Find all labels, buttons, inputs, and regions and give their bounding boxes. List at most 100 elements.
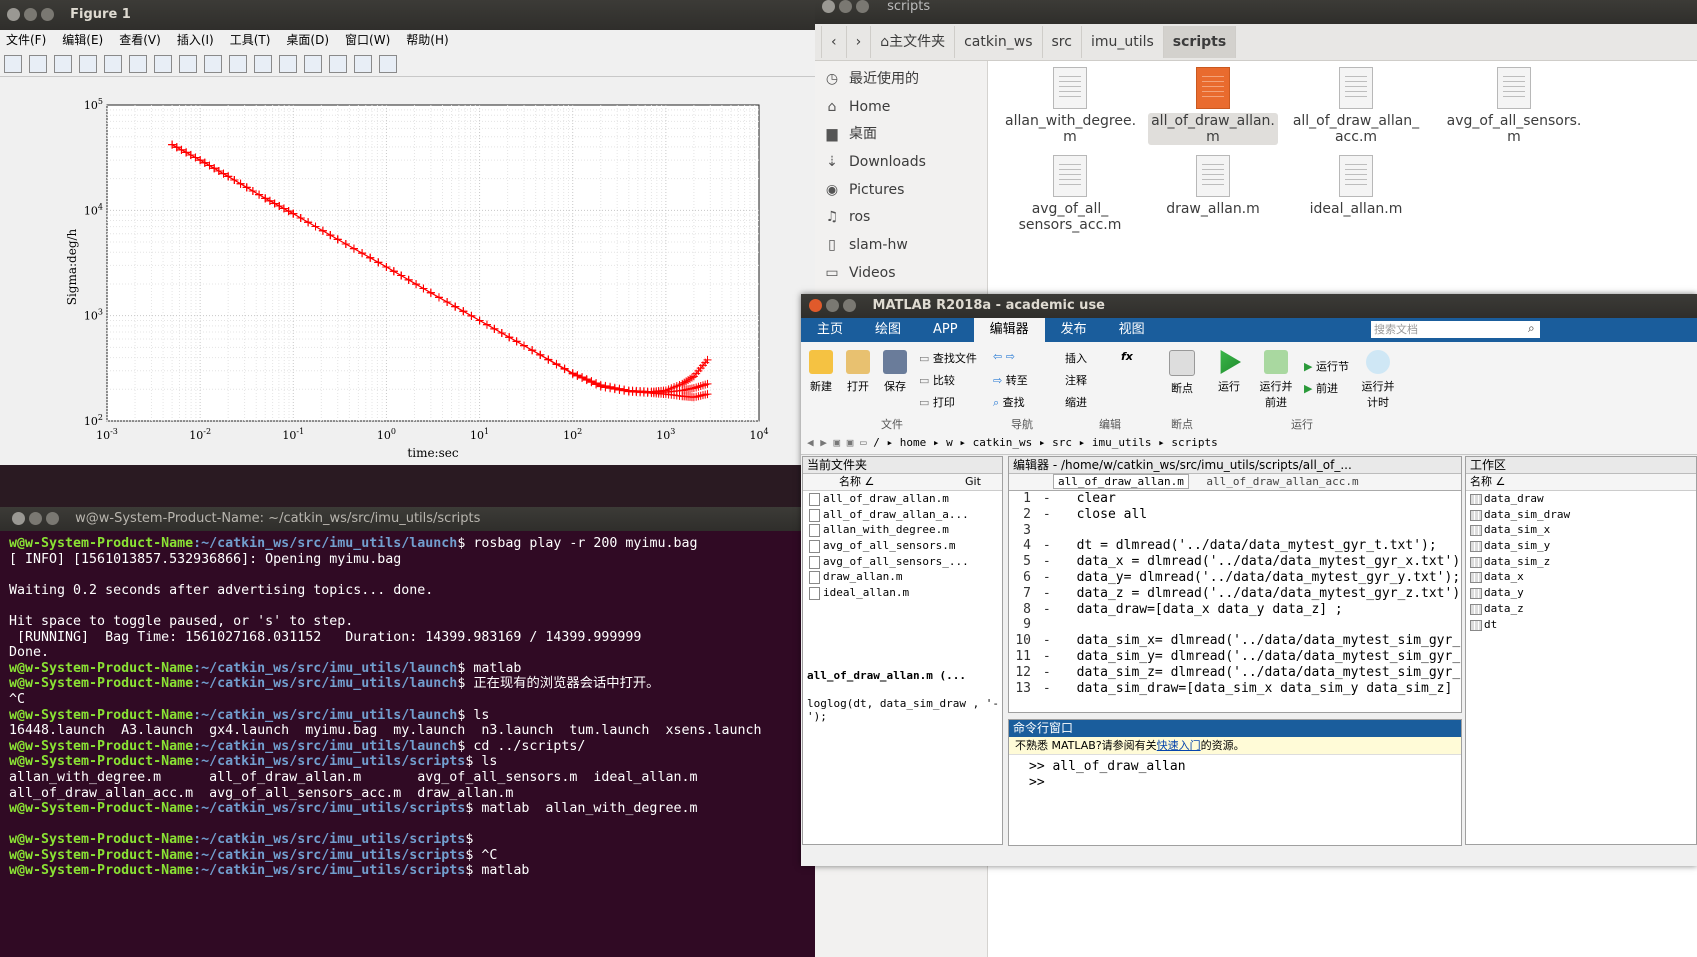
column-name[interactable]: 名称 ∠ — [1470, 475, 1505, 488]
file-item[interactable]: draw_allan.m — [1148, 149, 1278, 217]
save-icon[interactable] — [54, 55, 72, 73]
zoom-out-icon[interactable] — [154, 55, 172, 73]
search-docs-input[interactable]: 搜索文档 — [1371, 321, 1540, 338]
file-item-selected[interactable]: all_of_draw_allan. m — [1148, 61, 1278, 145]
address-segment[interactable]: w — [946, 436, 953, 449]
address-segment[interactable]: catkin_ws — [973, 436, 1033, 449]
address-segment[interactable]: imu_utils — [1092, 436, 1152, 449]
code-line[interactable]: 3 — [1009, 523, 1461, 539]
minimize-icon[interactable] — [24, 8, 37, 21]
menu-file[interactable]: 文件(F) — [6, 33, 46, 47]
workspace-variable[interactable]: dt — [1466, 617, 1696, 633]
menu-tools[interactable]: 工具(T) — [230, 33, 271, 47]
address-bar[interactable]: ◀ ▶ ▣ ▣ ▭ / ▸ home ▸ w ▸ catkin_ws ▸ src… — [801, 432, 1697, 455]
find-files-button[interactable]: ▭ 查找文件 — [919, 350, 977, 366]
close-icon[interactable] — [12, 512, 25, 525]
code-line[interactable]: 6 - data_y= dlmread('../data/data_mytest… — [1009, 570, 1461, 586]
maximize-icon[interactable] — [41, 8, 54, 21]
minimize-icon[interactable] — [826, 299, 839, 312]
code-line[interactable]: 13 - data_sim_draw=[data_sim_x data_sim_… — [1009, 681, 1461, 697]
workspace-variable[interactable]: data_sim_y — [1466, 538, 1696, 554]
indent-button[interactable]: 缩进 — [1065, 394, 1087, 410]
code-line[interactable]: 11 - data_sim_y= dlmread('../data/data_m… — [1009, 649, 1461, 665]
brush-icon[interactable] — [254, 55, 272, 73]
breadcrumb-src[interactable]: src — [1043, 26, 1082, 58]
run-section-button[interactable]: ▶ 运行节 — [1304, 358, 1349, 374]
close-icon[interactable] — [7, 8, 20, 21]
tab-plots[interactable]: 绘图 — [859, 318, 917, 342]
tab-publish[interactable]: 发布 — [1045, 318, 1103, 342]
code-line[interactable]: 2 - close all — [1009, 507, 1461, 523]
list-item[interactable]: ideal_allan.m — [803, 585, 1002, 601]
code-line[interactable]: 10 - data_sim_x= dlmread('../data/data_m… — [1009, 633, 1461, 649]
sidebar-item-pictures[interactable]: ◉ Pictures — [815, 177, 987, 205]
menu-desktop[interactable]: 桌面(D) — [286, 33, 329, 47]
workspace-variable[interactable]: data_sim_z — [1466, 554, 1696, 570]
breakpoint-button[interactable]: 断点 — [1167, 350, 1197, 396]
nav-arrows-icon[interactable]: ◀ ▶ ▣ ▣ ▭ — [807, 436, 867, 449]
comment-button[interactable]: 注释 — [1065, 372, 1087, 388]
address-segment[interactable]: scripts — [1171, 436, 1217, 449]
workspace-variable[interactable]: data_sim_draw — [1466, 507, 1696, 523]
run-time-button[interactable]: 运行并 计时 — [1361, 350, 1395, 410]
file-item[interactable]: avg_of_all_ sensors_acc.m — [1005, 149, 1135, 233]
sidebar-item-desktop[interactable]: ▆ 桌面 — [815, 121, 987, 149]
list-item[interactable]: allan_with_degree.m — [803, 522, 1002, 538]
allan-deviation-chart[interactable]: 10-3 10-2 10-1 100 101 102 103 104102103104105 … — [0, 77, 815, 465]
code-line[interactable]: 9 — [1009, 617, 1461, 633]
sidebar-item-downloads[interactable]: ⇣ Downloads — [815, 149, 987, 177]
editor-tab[interactable]: all_of_draw_allan_acc.m — [1206, 475, 1358, 488]
tab-view[interactable]: 视图 — [1103, 318, 1161, 342]
address-root[interactable]: / — [873, 436, 880, 449]
tab-editor[interactable]: 编辑器 — [973, 318, 1045, 342]
maximize-icon[interactable] — [843, 299, 856, 312]
sidebar-item-home[interactable]: ⌂ Home — [815, 94, 987, 122]
run-advance-button[interactable]: 运行并 前进 — [1256, 350, 1296, 410]
goto-arrows[interactable]: ⇦ ⇨ — [993, 350, 1015, 363]
sidebar-item-slam-hw[interactable]: ▯ slam-hw — [815, 232, 987, 260]
column-name[interactable]: 名称 ∠ — [839, 475, 874, 488]
run-button[interactable]: 运行 — [1214, 350, 1244, 394]
pan-icon[interactable] — [179, 55, 197, 73]
sidebar-item-ros[interactable]: ♫ ros — [815, 204, 987, 232]
list-item[interactable]: avg_of_all_sensors_... — [803, 554, 1002, 570]
file-item[interactable]: allan_with_degree. m — [1005, 61, 1136, 145]
code-area[interactable]: 1 - clear 2 - close all 3 4 - dt = dlmread(… — [1009, 491, 1461, 696]
close-icon[interactable] — [822, 0, 835, 13]
list-item[interactable]: avg_of_all_sensors.m — [803, 538, 1002, 554]
code-line[interactable]: 4 - dt = dlmread('../data/data_mytest_gy… — [1009, 538, 1461, 554]
menu-insert[interactable]: 插入(I) — [177, 33, 214, 47]
goto-button[interactable]: ⇨ 转至 — [993, 372, 1028, 388]
command-prompt[interactable]: >> — [1029, 775, 1461, 791]
menu-edit[interactable]: 编辑(E) — [62, 33, 103, 47]
sidebar-item-recent[interactable]: ◷ 最近使用的 — [815, 66, 987, 94]
rotate-icon[interactable] — [204, 55, 222, 73]
menu-help[interactable]: 帮助(H) — [406, 33, 448, 47]
list-item[interactable]: draw_allan.m — [803, 569, 1002, 585]
close-icon[interactable] — [809, 299, 822, 312]
address-segment[interactable]: src — [1052, 436, 1072, 449]
workspace-variable[interactable]: data_sim_x — [1466, 522, 1696, 538]
compare-button[interactable]: ▭ 比较 — [919, 372, 955, 388]
breadcrumb-imu-utils[interactable]: imu_utils — [1082, 26, 1164, 58]
list-item[interactable]: all_of_draw_allan_a... — [803, 507, 1002, 523]
pointer-icon[interactable] — [104, 55, 122, 73]
editor-tab-active[interactable]: all_of_draw_allan.m — [1053, 474, 1189, 489]
maximize-icon[interactable] — [856, 0, 869, 13]
column-git[interactable]: Git — [965, 474, 981, 490]
hide-tools-icon[interactable] — [354, 55, 372, 73]
sidebar-item-videos[interactable]: ▭ Videos — [815, 260, 987, 288]
print-button[interactable]: ▭ 打印 — [919, 394, 955, 410]
breadcrumb-home[interactable]: ⌂主文件夹 — [871, 26, 956, 58]
open-button[interactable]: 打开 — [843, 350, 873, 394]
terminal-output[interactable]: w@w-System-Product-Name:~/catkin_ws/src/… — [0, 531, 815, 879]
code-line[interactable]: 1 - clear — [1009, 491, 1461, 507]
find-button[interactable]: ⌕ 查找 — [993, 394, 1025, 410]
file-item[interactable]: all_of_draw_allan_ acc.m — [1291, 61, 1421, 145]
workspace-variable[interactable]: data_x — [1466, 569, 1696, 585]
code-line[interactable]: 7 - data_z = dlmread('../data/data_mytes… — [1009, 586, 1461, 602]
data-cursor-icon[interactable] — [229, 55, 247, 73]
search-icon[interactable]: ⌕ — [1528, 321, 1535, 336]
tab-home[interactable]: 主页 — [801, 318, 859, 342]
minimize-icon[interactable] — [839, 0, 852, 13]
